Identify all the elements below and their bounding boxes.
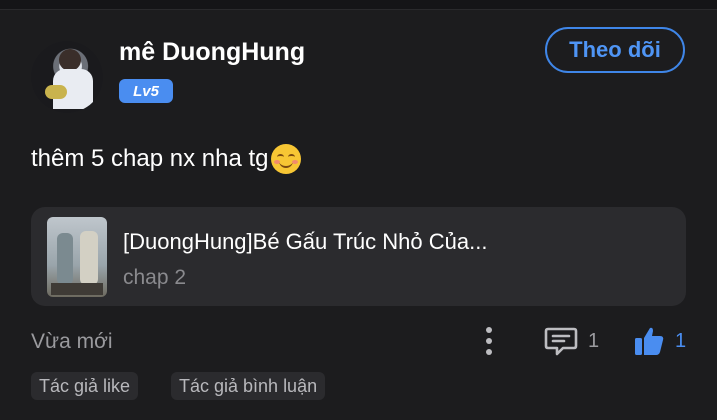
work-cover-image [47,217,107,297]
top-divider [0,0,717,10]
work-title: [DuongHung]Bé Gấu Trúc Nhỏ Của... [123,229,488,254]
work-chapter: chap 2 [123,266,187,289]
follow-button[interactable]: Theo dõi [545,27,685,73]
like-button[interactable]: 1 [633,325,686,357]
like-count: 1 [675,329,687,352]
linked-work-card[interactable]: [DuongHung]Bé Gấu Trúc Nhỏ Của... chap 2 [31,207,686,306]
post-text: thêm 5 chap nx nha tg [31,145,269,172]
tag-author-commented: Tác giả bình luận [171,372,326,400]
level-badge: Lv5 [119,79,173,103]
comment-count: 1 [588,329,600,352]
username[interactable]: mê DuongHung [119,38,305,67]
more-options-icon[interactable] [480,326,498,356]
comment-icon [544,327,578,356]
thumbs-up-icon [635,327,664,355]
tag-author-liked: Tác giả like [31,372,139,400]
post-time: Vừa mới [31,330,113,353]
avatar-flowers [45,85,67,99]
avatar-head [59,49,81,71]
avatar[interactable] [31,41,103,113]
smiling-face-emoji-icon [270,144,301,174]
comment-button[interactable]: 1 [544,326,599,356]
post-content: thêm 5 chap nx nha tg [31,144,301,174]
